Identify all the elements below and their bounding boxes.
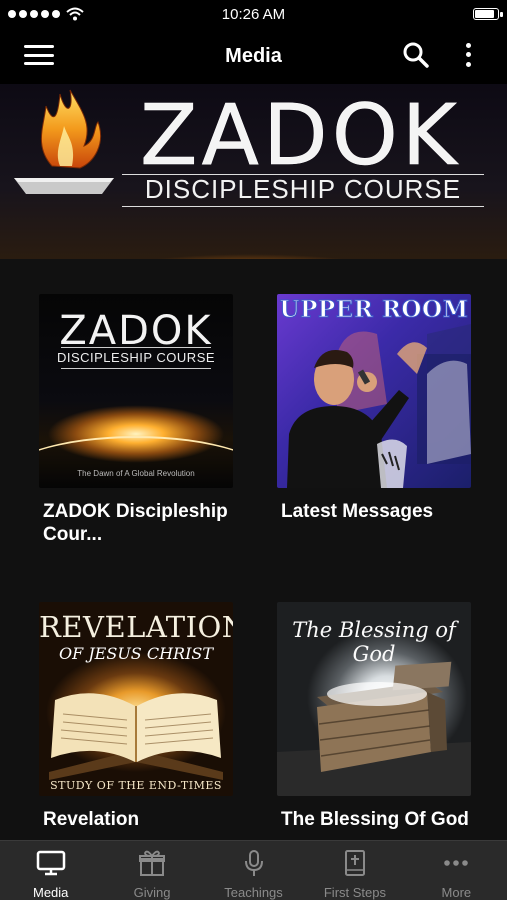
banner-title: ZADOK <box>140 86 461 185</box>
preacher-photo <box>287 324 471 488</box>
media-item-revelation[interactable]: REVELATION OF JESUS CHRIST STUDY OF THE … <box>39 602 233 831</box>
status-bar: 10:26 AM <box>0 0 507 28</box>
tab-label: First Steps <box>323 885 386 900</box>
signal-strength-icon <box>8 10 60 18</box>
tv-icon <box>36 850 65 876</box>
divider <box>61 347 211 348</box>
divider <box>122 206 484 207</box>
battery-icon <box>473 8 503 20</box>
bible-icon <box>344 850 365 876</box>
tab-label: Teachings <box>224 885 283 900</box>
flame-altar-logo <box>14 89 114 194</box>
tab-media[interactable]: Media <box>0 841 101 900</box>
thumbnail-subtitle: OF JESUS CHRIST <box>58 644 214 663</box>
ellipsis-icon <box>444 860 469 866</box>
tab-first-steps[interactable]: First Steps <box>304 841 405 900</box>
media-item-latest-messages[interactable]: UPPER ROOM Latest Messages <box>277 294 471 523</box>
horizon-glow <box>39 436 233 488</box>
media-item-title[interactable]: Revelation <box>43 808 233 831</box>
wifi-icon <box>66 7 84 21</box>
media-item-blessing-of-god[interactable]: The Blessing of God The Blessing Of God <box>277 602 471 831</box>
microphone-icon <box>244 850 263 876</box>
status-left <box>8 7 84 21</box>
tab-label: Media <box>32 885 69 900</box>
thumbnail-footer: STUDY OF THE END-TIMES <box>50 779 222 792</box>
thumbnail-title: UPPER ROOM <box>279 296 469 324</box>
media-item-zadok[interactable]: ZADOK DISCIPLESHIP COURSE The Dawn of A … <box>39 294 233 546</box>
gift-icon <box>139 850 166 876</box>
tab-label: Giving <box>133 885 171 900</box>
media-item-title[interactable]: The Blessing Of God <box>281 808 471 831</box>
thumbnail-title: REVELATION <box>39 610 233 644</box>
tab-bar: Media Giving Teachings First Steps More <box>0 840 507 900</box>
media-item-title[interactable]: Latest Messages <box>281 500 471 523</box>
media-thumbnail[interactable]: REVELATION OF JESUS CHRIST STUDY OF THE … <box>39 602 233 796</box>
menu-icon[interactable] <box>24 42 54 68</box>
nav-bar: Media <box>0 28 507 84</box>
media-item-title[interactable]: ZADOK Discipleship Cour... <box>43 500 233 546</box>
thumbnail-footer: The Dawn of A Global Revolution <box>77 469 195 478</box>
tab-giving[interactable]: Giving <box>101 841 202 900</box>
media-thumbnail[interactable]: UPPER ROOM <box>277 294 471 488</box>
thumbnail-subtitle: DISCIPLESHIP COURSE <box>56 350 216 365</box>
header-banner: ZADOK DISCIPLESHIP COURSE <box>0 84 507 259</box>
search-icon[interactable] <box>401 40 431 70</box>
media-thumbnail[interactable]: ZADOK DISCIPLESHIP COURSE The Dawn of A … <box>39 294 233 488</box>
divider <box>61 368 211 369</box>
thumbnail-title: The Blessing of God <box>292 618 456 666</box>
banner-subtitle: DISCIPLESHIP COURSE <box>144 174 462 204</box>
media-thumbnail[interactable]: The Blessing of God <box>277 602 471 796</box>
tab-more[interactable]: More <box>406 841 507 900</box>
page-title: Media <box>225 44 282 67</box>
tab-teachings[interactable]: Teachings <box>203 841 304 900</box>
tab-label: More <box>441 885 472 900</box>
more-options-icon[interactable] <box>458 38 478 72</box>
